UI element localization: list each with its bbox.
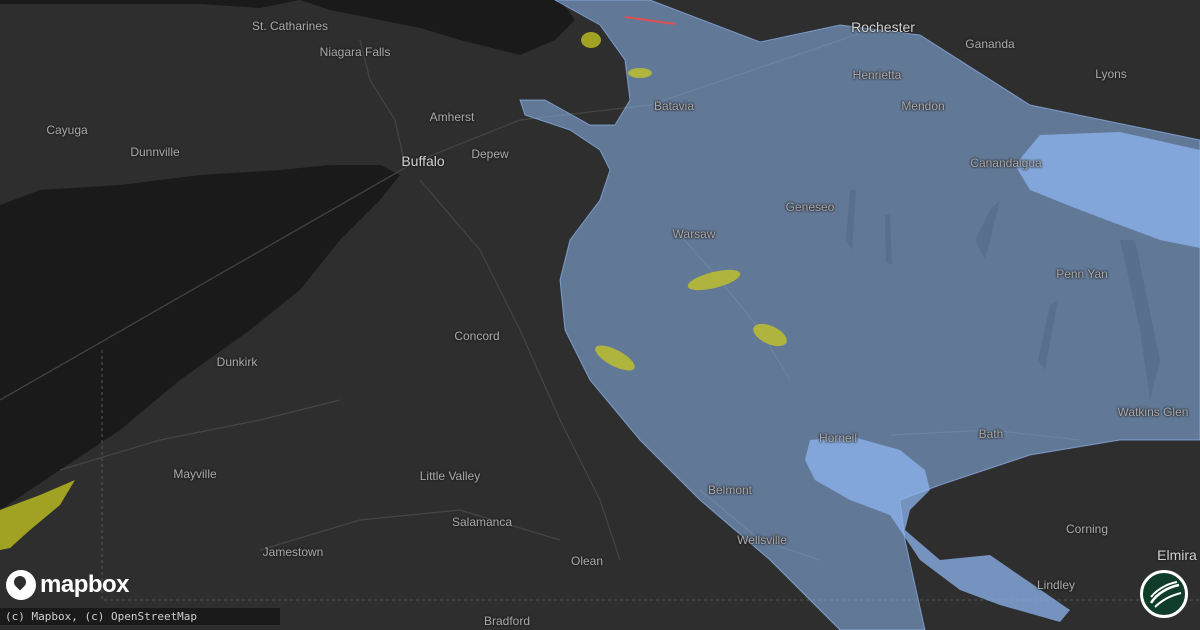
place-label: St. Catharines	[251, 19, 329, 33]
mapbox-logo-text: mapbox	[40, 571, 130, 598]
place-label: Salamanca	[451, 515, 513, 529]
place-label: Henrietta	[852, 68, 902, 82]
place-label: Rochester	[851, 19, 915, 35]
place-label: Belmont	[707, 483, 753, 497]
map-attribution[interactable]: (c) Mapbox, (c) OpenStreetMap	[0, 608, 280, 625]
hail-brand-icon	[1140, 570, 1188, 618]
place-label: Elmira	[1157, 547, 1197, 563]
place-label: Corning	[1065, 522, 1109, 536]
place-label: Niagara Falls	[319, 45, 391, 59]
place-label: Buffalo	[401, 153, 445, 169]
place-label: Cayuga	[46, 123, 88, 137]
place-label: Lindley	[1036, 578, 1076, 592]
place-label: Dunnville	[130, 145, 180, 159]
place-label: Watkins Glen	[1117, 405, 1189, 419]
place-label: Gananda	[965, 37, 1015, 51]
place-label: Batavia	[653, 99, 695, 113]
place-label: Little Valley	[419, 469, 481, 483]
place-label: Concord	[454, 329, 500, 343]
place-label: Hornell	[818, 431, 858, 445]
place-label: Bath	[978, 427, 1004, 441]
map-layer	[0, 0, 1200, 630]
place-label: Amherst	[429, 110, 475, 124]
place-label: Penn Yan	[1056, 267, 1108, 281]
place-label: Olean	[570, 554, 604, 568]
map-canvas[interactable]: St. Catharines Niagara Falls Cayuga Dunn…	[0, 0, 1200, 630]
place-label: Mendon	[901, 99, 945, 113]
place-label: Geneseo	[785, 200, 835, 214]
mapbox-pin-icon	[6, 570, 36, 600]
place-label: Jamestown	[262, 545, 324, 559]
place-label: Depew	[471, 147, 509, 161]
place-label: Bradford	[483, 614, 531, 628]
place-label: Dunkirk	[216, 355, 258, 369]
place-label: Wellsville	[737, 533, 787, 547]
brand-swirl	[1149, 581, 1182, 608]
place-label: Warsaw	[672, 227, 716, 241]
place-label: Mayville	[173, 467, 217, 481]
place-label: Lyons	[1095, 67, 1127, 81]
mapbox-logo[interactable]: mapbox	[6, 569, 130, 601]
place-label: Canandaigua	[970, 156, 1042, 170]
